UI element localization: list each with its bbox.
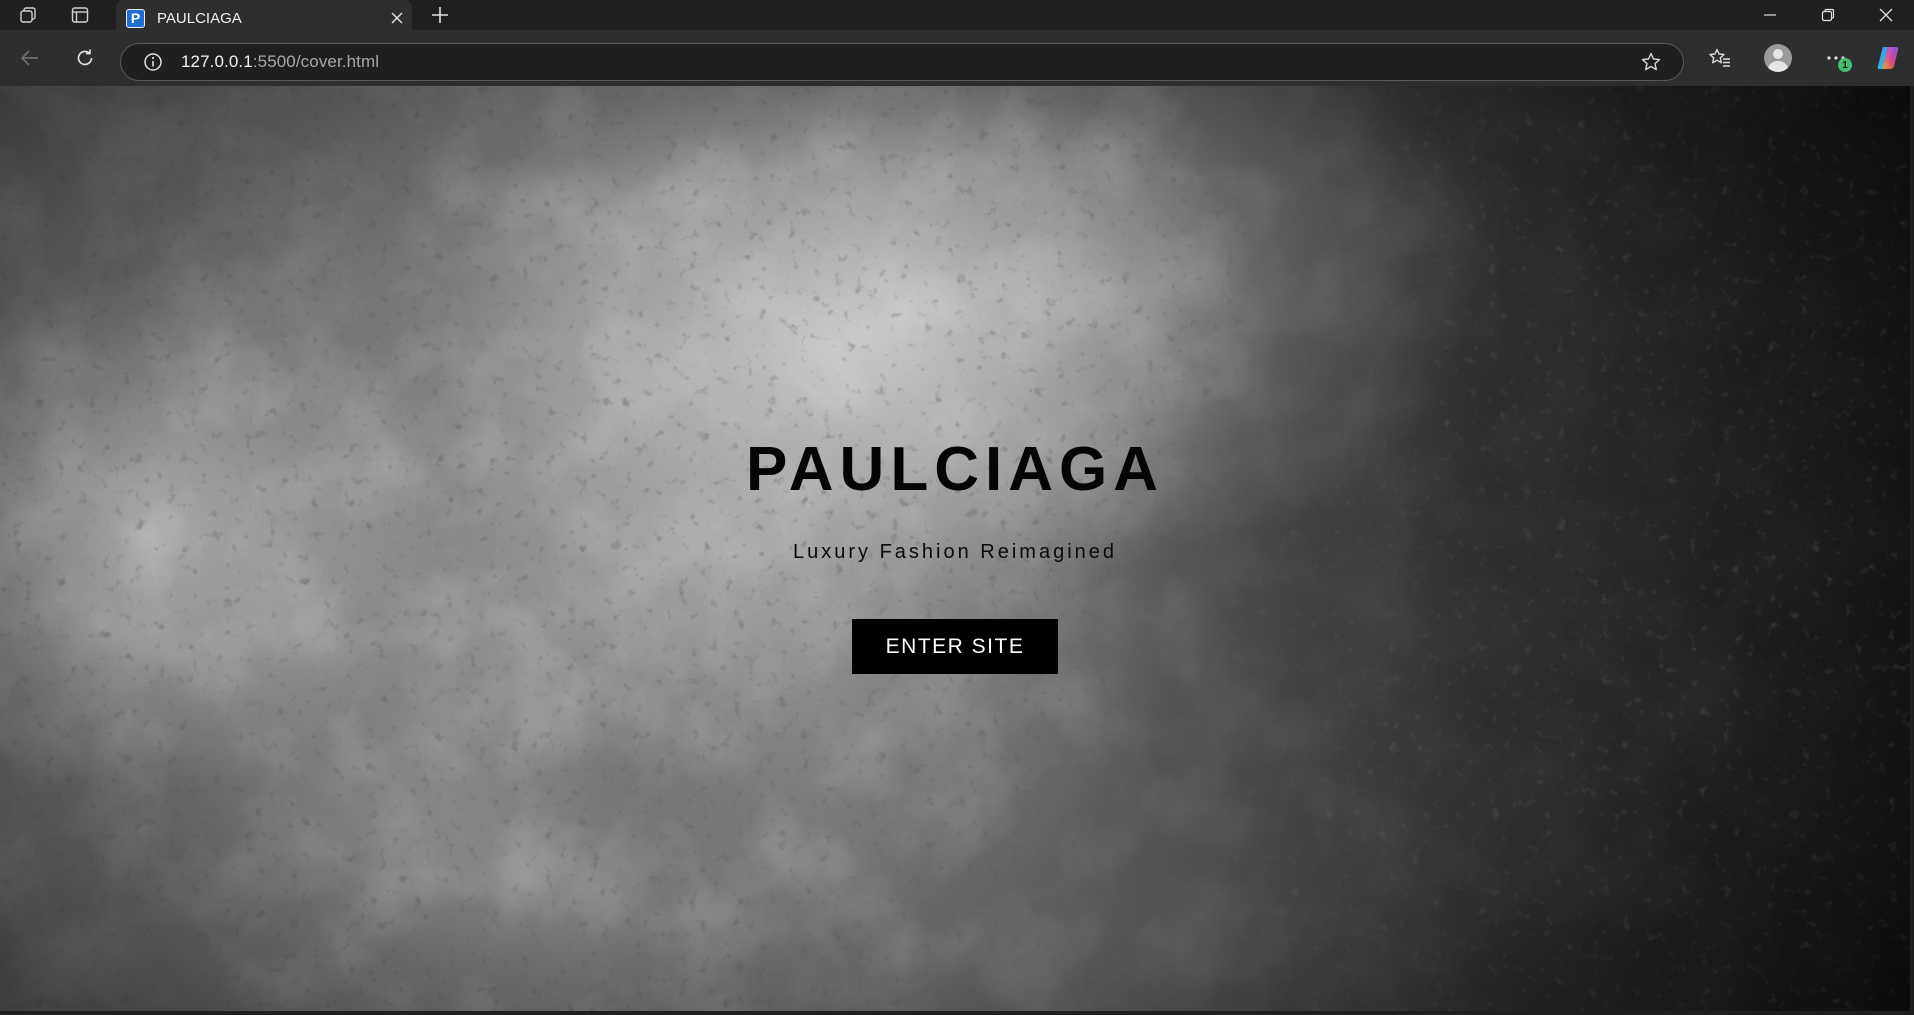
- tab-strip: P PAULCIAGA: [0, 0, 1914, 36]
- enter-site-button[interactable]: ENTER SITE: [852, 619, 1058, 674]
- address-bar[interactable]: 127.0.0.1:5500/cover.html: [120, 43, 1684, 81]
- site-favicon: P: [126, 8, 145, 28]
- brand-title: PAULCIAGA: [746, 435, 1164, 504]
- copilot-icon[interactable]: [1868, 38, 1908, 78]
- tab-title: PAULCIAGA: [157, 9, 242, 27]
- workspaces-icon[interactable]: [8, 0, 48, 30]
- avatar: [1764, 44, 1792, 72]
- url-text[interactable]: 127.0.0.1:5500/cover.html: [181, 52, 379, 72]
- brand-tagline: Luxury Fashion Reimagined: [792, 541, 1118, 563]
- plus-icon[interactable]: [420, 0, 460, 30]
- extensions-badge: 1: [1838, 58, 1852, 72]
- browser-toolbar: 127.0.0.1:5500/cover.html 1: [0, 30, 1914, 86]
- tab-actions-icon[interactable]: [60, 0, 100, 30]
- page-viewport: PAULCIAGA Luxury Fashion Reimagined ENTE…: [0, 86, 1910, 1011]
- info-icon[interactable]: [131, 44, 175, 80]
- url-host: 127.0.0.1: [181, 52, 253, 71]
- favorites-list-icon[interactable]: [1700, 38, 1740, 78]
- page-edge: [1910, 86, 1914, 1011]
- refresh-icon[interactable]: [65, 38, 105, 78]
- back-arrow-icon[interactable]: [10, 38, 50, 78]
- more-icon[interactable]: 1: [1816, 38, 1856, 78]
- avatar-icon[interactable]: [1758, 38, 1798, 78]
- minimize-icon[interactable]: [1742, 0, 1798, 30]
- url-path: :5500/cover.html: [252, 52, 380, 71]
- restore-icon[interactable]: [1800, 0, 1856, 30]
- cover-section: PAULCIAGA Luxury Fashion Reimagined ENTE…: [0, 86, 1910, 1011]
- close-icon[interactable]: [382, 3, 412, 33]
- close-window-icon[interactable]: [1858, 0, 1914, 30]
- star-icon[interactable]: [1633, 44, 1669, 80]
